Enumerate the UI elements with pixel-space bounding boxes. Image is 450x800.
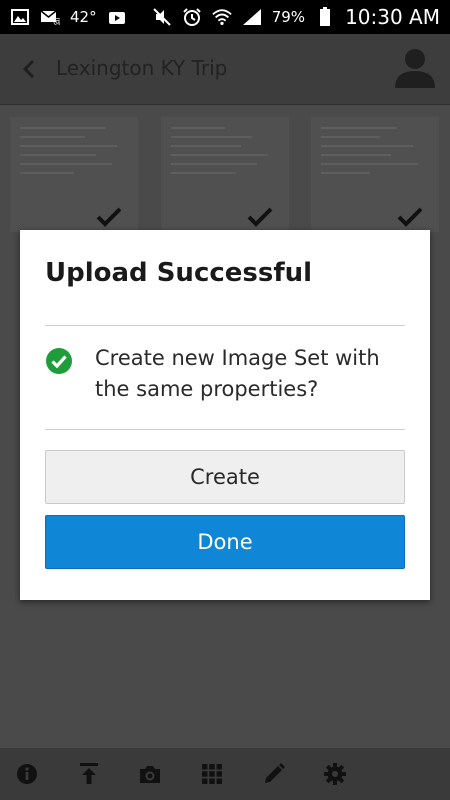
wifi-icon (212, 7, 232, 27)
done-button[interactable]: Done (45, 515, 405, 569)
settings-icon[interactable] (323, 762, 347, 786)
upload-icon[interactable] (77, 762, 101, 786)
dialog-message: Create new Image Set with the same prope… (95, 346, 380, 401)
alarm-icon (182, 7, 202, 27)
thumbnail-receipt-2[interactable] (161, 117, 289, 232)
clock: 10:30 AM (345, 5, 440, 29)
bottom-toolbar (0, 748, 450, 800)
checkmark-icon (397, 206, 423, 228)
svg-text:@: @ (53, 17, 60, 25)
page-title: Lexington KY Trip (56, 56, 228, 80)
back-arrow-icon[interactable] (14, 54, 44, 84)
grid-icon[interactable] (200, 762, 224, 786)
app-bar: Lexington KY Trip (0, 34, 450, 135)
divider (45, 325, 405, 326)
status-bar: @ 42° 79% 10:30 AM (0, 0, 450, 34)
battery-percent: 79% (271, 8, 306, 26)
divider (45, 429, 405, 430)
edit-icon[interactable] (262, 762, 286, 786)
thumbnail-receipt-3[interactable] (311, 117, 439, 232)
thumbnail-receipt-1[interactable] (10, 117, 138, 232)
temperature: 42° (70, 8, 97, 26)
success-check-icon (45, 347, 73, 375)
mail-icon: @ (40, 7, 60, 27)
user-avatar-icon[interactable] (392, 44, 438, 90)
camera-icon[interactable] (138, 762, 162, 786)
create-button[interactable]: Create (45, 450, 405, 504)
image-thumbnails (0, 112, 450, 232)
battery-icon (315, 7, 335, 27)
dialog-title: Upload Successful (45, 258, 313, 288)
mute-icon (152, 7, 172, 27)
image-icon (10, 7, 30, 27)
camera-icon (107, 7, 127, 27)
checkmark-icon (96, 206, 122, 228)
upload-successful-dialog: Upload Successful Create new Image Set w… (20, 230, 430, 600)
info-icon[interactable] (15, 762, 39, 786)
checkmark-icon (247, 206, 273, 228)
signal-icon (242, 7, 262, 27)
